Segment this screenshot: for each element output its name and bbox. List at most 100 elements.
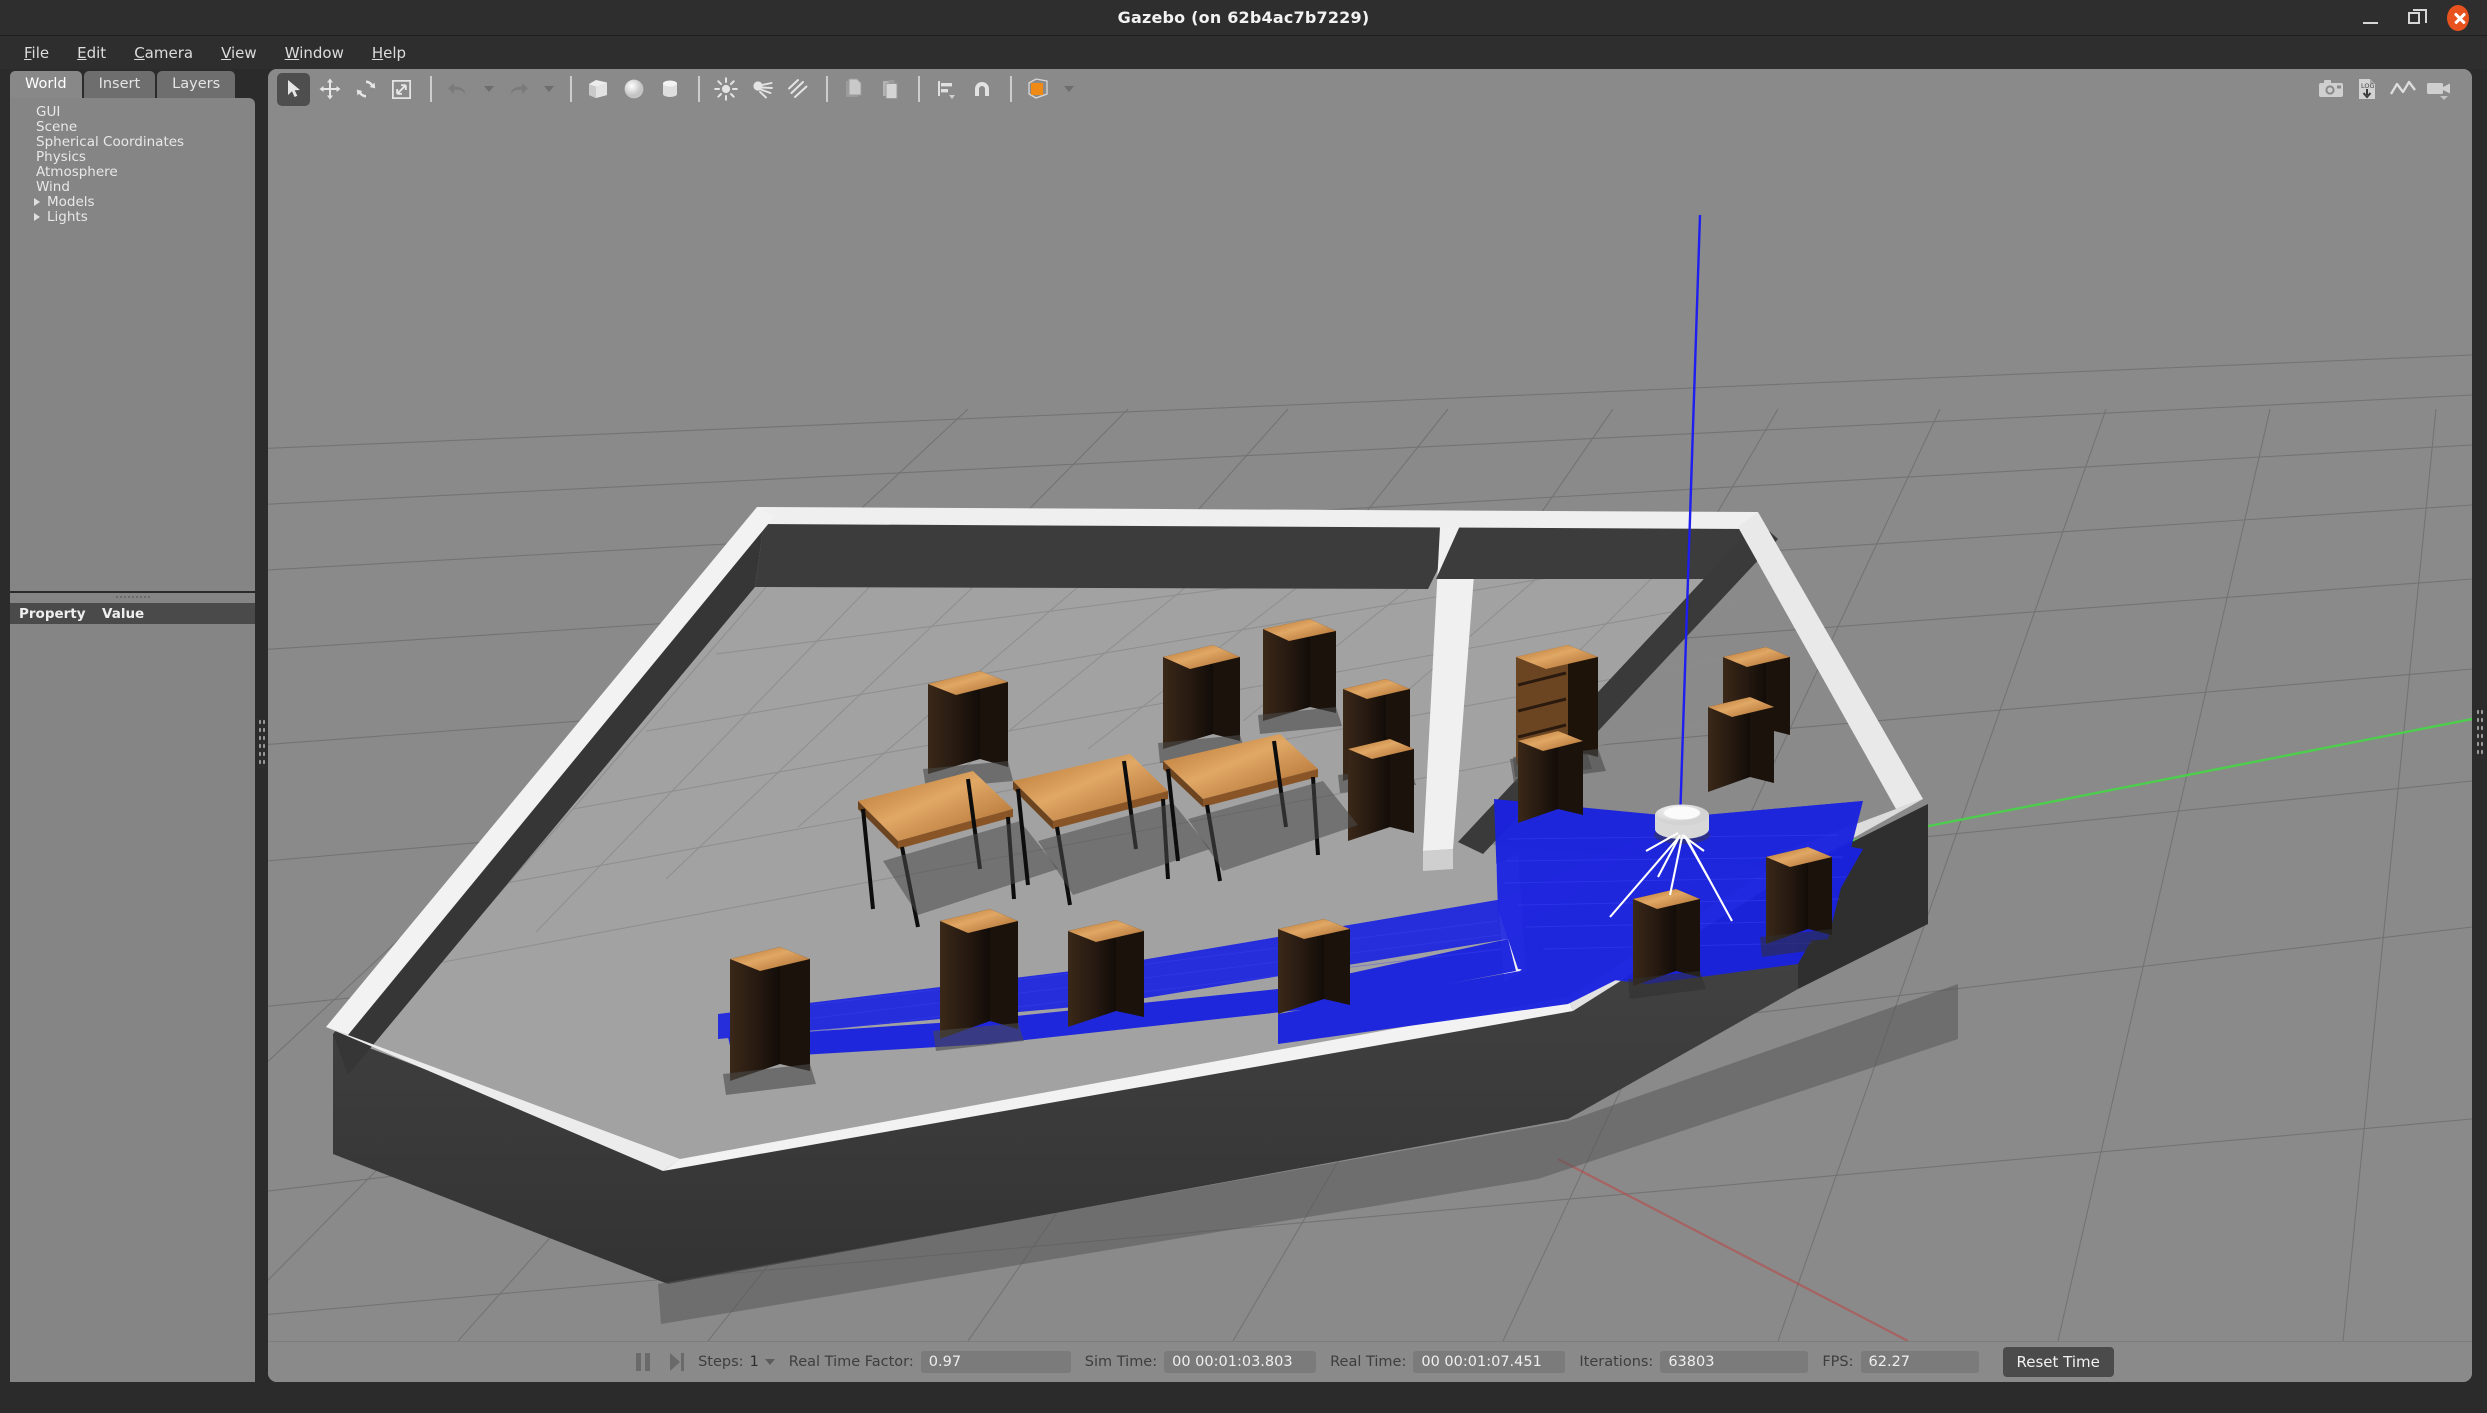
copy-icon	[845, 78, 861, 97]
orange-cube-icon	[1027, 78, 1048, 99]
rotate-mode-button[interactable]	[349, 73, 382, 106]
insert-box-button[interactable]	[581, 73, 614, 106]
step-forward-button[interactable]	[660, 1348, 694, 1376]
insert-point-light-button[interactable]	[709, 73, 742, 106]
tree-item-gui[interactable]: GUI	[10, 104, 255, 120]
property-pane-grip[interactable]	[114, 595, 151, 600]
menu-file[interactable]: File	[10, 40, 63, 66]
play-pause-button[interactable]	[626, 1348, 660, 1376]
insert-cylinder-button[interactable]	[653, 73, 686, 106]
gazebo-3d-viewport[interactable]	[268, 109, 2472, 1341]
shelf	[723, 947, 816, 1095]
minimize-icon	[2362, 21, 2378, 24]
iterations-label: Iterations:	[1579, 1354, 1654, 1370]
window-title: Gazebo (on 62b4ac7b7229)	[1117, 8, 1370, 27]
tree-item-physics[interactable]: Physics	[10, 148, 255, 165]
tree-item-lights[interactable]: Lights	[10, 209, 255, 225]
shelf	[1278, 919, 1350, 1014]
directional-light-icon	[787, 79, 807, 98]
reset-time-button[interactable]: Reset Time	[2002, 1347, 2114, 1377]
shelf	[1760, 847, 1838, 957]
tab-world[interactable]: World	[10, 70, 82, 99]
world-tree[interactable]: GUI Scene Spherical Coordinates Physics Atmo…	[10, 98, 255, 591]
menu-edit[interactable]: Edit	[63, 40, 120, 66]
undo-history-caret[interactable]	[484, 86, 494, 92]
steps-control[interactable]: Steps: 1	[698, 1354, 775, 1370]
sim-time-value: 00 00:01:03.803	[1164, 1351, 1317, 1373]
shelf	[923, 671, 1013, 789]
toolbar-separator	[1010, 76, 1012, 102]
toolbar-separator	[570, 76, 572, 102]
render-area: LOG Steps: 1 Real Time Factor: 0.97 Sim …	[268, 69, 2472, 1382]
translate-mode-button[interactable]	[313, 73, 346, 106]
menu-help[interactable]: Help	[358, 40, 420, 66]
align-button[interactable]	[929, 73, 962, 106]
right-splitter-handle[interactable]	[2476, 708, 2483, 758]
shelf	[1708, 697, 1774, 792]
copy-button[interactable]	[837, 73, 870, 106]
select-mode-button[interactable]	[277, 72, 310, 106]
left-panel: World Insert Layers GUI Scene Spherical Coor…	[10, 69, 264, 1382]
tree-item-spherical-coordinates[interactable]: Spherical Coordinates	[10, 134, 255, 150]
tab-insert[interactable]: Insert	[83, 70, 156, 99]
insert-directional-light-button[interactable]	[781, 73, 814, 106]
menu-view[interactable]: View	[207, 40, 271, 66]
cursor-arrow-icon	[287, 80, 300, 97]
view-angle-button[interactable]	[1021, 73, 1054, 106]
left-splitter-handle[interactable]	[258, 718, 266, 768]
step-forward-icon	[670, 1353, 685, 1371]
insert-sphere-button[interactable]	[617, 73, 650, 106]
screenshot-button[interactable]	[2314, 73, 2347, 106]
video-record-button[interactable]	[2422, 73, 2455, 106]
plot-button[interactable]	[2386, 73, 2419, 106]
scene-toolbar: LOG	[268, 69, 2472, 109]
video-camera-icon	[2426, 83, 2450, 100]
steps-label: Steps:	[698, 1354, 744, 1370]
steps-value: 1	[749, 1354, 759, 1370]
tree-item-atmosphere[interactable]: Atmosphere	[10, 163, 255, 180]
tree-item-label: Atmosphere	[36, 163, 118, 180]
menu-window[interactable]: Window	[271, 40, 358, 66]
tab-layers[interactable]: Layers	[157, 70, 236, 99]
camera-icon	[2318, 80, 2343, 97]
scale-mode-button[interactable]	[385, 73, 418, 106]
paste-button[interactable]	[873, 73, 906, 106]
insert-spot-light-button[interactable]	[745, 73, 778, 106]
tree-item-wind[interactable]: Wind	[10, 178, 255, 195]
real-time-factor-value: 0.97	[920, 1351, 1071, 1373]
column-header-value: Value	[102, 605, 145, 622]
undo-button[interactable]	[441, 73, 474, 106]
menu-camera[interactable]: Camera	[120, 40, 207, 66]
tree-item-label: Physics	[36, 148, 86, 165]
maximize-button[interactable]	[2403, 7, 2427, 29]
window-controls	[2359, 0, 2481, 36]
sphere-icon	[624, 79, 643, 99]
snap-button[interactable]	[965, 73, 998, 106]
column-header-property: Property	[19, 605, 86, 622]
redo-arrow-icon	[509, 83, 528, 95]
maximize-icon	[2408, 9, 2427, 24]
iterations-value: 63803	[1660, 1351, 1809, 1373]
box-icon	[588, 80, 607, 98]
chevron-right-icon[interactable]	[34, 212, 40, 221]
scene-render	[268, 109, 2472, 1341]
tree-item-models[interactable]: Models	[10, 194, 255, 210]
toolbar-separator	[826, 76, 828, 102]
close-button[interactable]	[2447, 5, 2469, 31]
steps-chevron-down-icon[interactable]	[764, 1359, 775, 1365]
point-light-icon	[713, 77, 738, 101]
move-arrows-icon	[319, 78, 340, 100]
minimize-button[interactable]	[2359, 7, 2381, 29]
log-record-button[interactable]: LOG	[2350, 73, 2383, 106]
real-time-factor-label: Real Time Factor:	[788, 1354, 914, 1370]
redo-history-caret[interactable]	[544, 86, 554, 92]
view-angle-caret[interactable]	[1064, 86, 1074, 92]
tree-item-scene[interactable]: Scene	[10, 119, 255, 135]
shelf	[1518, 731, 1583, 823]
redo-button[interactable]	[501, 73, 534, 106]
toolbar-separator	[430, 76, 432, 102]
window-titlebar: Gazebo (on 62b4ac7b7229)	[0, 0, 2487, 36]
tree-item-label: Wind	[36, 178, 70, 195]
spot-light-icon	[752, 81, 773, 99]
chevron-right-icon[interactable]	[34, 197, 40, 206]
